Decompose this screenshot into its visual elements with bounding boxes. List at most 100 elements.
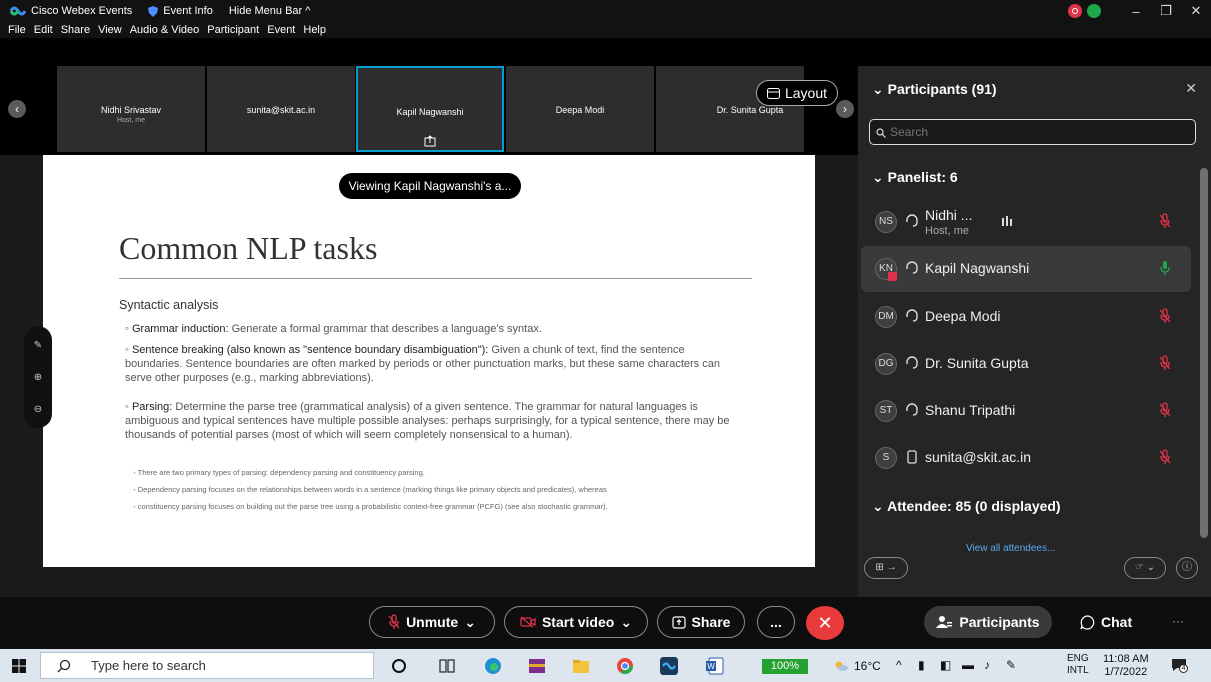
zoom-out-icon[interactable]: ⊖ (32, 404, 44, 415)
minimize-icon[interactable]: – (1121, 4, 1151, 19)
chevron-down-icon[interactable]: ⌄ (620, 614, 632, 631)
pen-icon[interactable]: ✎ (1006, 658, 1016, 672)
participant-row[interactable]: ST Shanu Tripathi (861, 388, 1191, 434)
menu-audio-video[interactable]: Audio & Video (130, 24, 200, 36)
participant-row[interactable]: S sunita@skit.ac.in (861, 435, 1191, 481)
language-indicator[interactable]: ENG INTL (1067, 653, 1089, 677)
taskbar-search-box[interactable]: Type here to search (40, 652, 374, 679)
more-panels-icon[interactable]: ··· (1172, 614, 1184, 628)
hide-menu-bar-button[interactable]: Hide Menu Bar ^ (229, 5, 311, 17)
admit-attendee-button[interactable]: ⊞ → (864, 557, 908, 579)
video-tile[interactable]: sunita@skit.ac.in (207, 66, 355, 152)
participant-name: Dr. Sunita Gupta (925, 355, 1029, 371)
temperature-label[interactable]: 16°C (854, 659, 881, 673)
headset-icon (906, 356, 918, 369)
panel-scrollbar[interactable] (1197, 150, 1211, 550)
title-bar: Cisco Webex Events Event Info Hide Menu … (0, 0, 1211, 22)
attendee-group-header[interactable]: ⌄ Attendee: 85 (0 displayed) (872, 498, 1061, 515)
participant-search-input[interactable] (869, 119, 1196, 145)
annotate-icon[interactable]: ✎ (32, 340, 44, 351)
raise-hand-button[interactable]: ☞ ⌄ (1124, 557, 1166, 579)
headset-icon (906, 309, 918, 322)
menu-help[interactable]: Help (303, 24, 326, 36)
word-icon[interactable]: W (706, 657, 724, 675)
taskbar-clock[interactable]: 11:08 AM 1/7/2022 (1103, 653, 1149, 679)
volume-icon[interactable]: ♪ (984, 658, 990, 672)
filmstrip-prev-icon[interactable]: ‹ (8, 100, 26, 118)
layout-label: Layout (784, 85, 828, 101)
mic-muted-icon[interactable] (1159, 355, 1171, 371)
view-all-attendees-link[interactable]: View all attendees... (966, 543, 1055, 554)
mic-muted-icon[interactable] (1159, 308, 1171, 324)
sharing-icon (424, 135, 436, 147)
chevron-down-icon[interactable]: ⌄ (464, 614, 476, 631)
mic-muted-icon[interactable] (1159, 213, 1171, 229)
close-window-icon[interactable]: ✕ (1181, 3, 1211, 19)
winrar-icon[interactable] (528, 657, 546, 675)
start-video-button[interactable]: Start video ⌄ (504, 606, 648, 638)
network-health-icon[interactable] (1087, 4, 1101, 18)
video-tile-active[interactable]: Kapil Nagwanshi (356, 66, 504, 152)
layout-button[interactable]: Layout (756, 80, 838, 106)
viewing-share-pill[interactable]: Viewing Kapil Nagwanshi's a... (339, 173, 521, 199)
event-info-button[interactable]: Event Info (148, 5, 213, 17)
search-icon (57, 659, 71, 673)
slide-title: Common NLP tasks (119, 230, 378, 266)
end-meeting-button[interactable]: ✕ (806, 606, 844, 640)
share-button[interactable]: Share (657, 606, 745, 638)
unmute-button[interactable]: Unmute ⌄ (369, 606, 495, 638)
menu-view[interactable]: View (98, 24, 122, 36)
headset-icon (906, 403, 918, 416)
bullet-text: Determine the parse tree (grammatical an… (125, 401, 730, 441)
video-tile[interactable]: Deepa Modi (506, 66, 654, 152)
chrome-icon[interactable] (616, 657, 634, 675)
notifications-icon[interactable]: 4 (1171, 657, 1188, 673)
file-explorer-icon[interactable] (572, 657, 590, 675)
layout-icon (766, 87, 780, 99)
avatar: NS (875, 211, 897, 233)
restore-icon[interactable]: ❐ (1151, 3, 1181, 19)
avatar: DM (875, 306, 897, 328)
menu-participant[interactable]: Participant (207, 24, 259, 36)
participant-row[interactable]: DG Dr. Sunita Gupta (861, 341, 1191, 387)
info-icon[interactable]: ⓘ (1176, 557, 1198, 579)
participant-row[interactable]: DM Deepa Modi (861, 294, 1191, 340)
chat-toggle-button[interactable]: Chat (1080, 614, 1132, 630)
app-title: Cisco Webex Events (10, 5, 132, 17)
recording-icon[interactable] (1068, 4, 1082, 18)
panelist-group-header[interactable]: ⌄ Panelist: 6 (872, 169, 958, 186)
menu-file[interactable]: File (8, 24, 26, 36)
battery-indicator[interactable]: 100% (762, 659, 808, 674)
mic-on-icon[interactable] (1159, 260, 1171, 276)
more-options-button[interactable]: ... (757, 606, 795, 638)
windows-start-icon[interactable] (12, 659, 26, 673)
participant-row-selected[interactable]: KN Kapil Nagwanshi (861, 246, 1191, 292)
tile-name: sunita@skit.ac.in (246, 105, 316, 115)
slide-subbullet: ◦ There are two primary types of parsing… (133, 468, 425, 477)
cortana-icon[interactable] (390, 657, 408, 675)
zoom-in-icon[interactable]: ⊕ (32, 372, 44, 383)
weather-icon[interactable] (834, 660, 848, 672)
participants-toggle-button[interactable]: Participants (924, 606, 1052, 638)
menu-event[interactable]: Event (267, 24, 295, 36)
app-name: Cisco Webex Events (31, 5, 133, 17)
menu-share[interactable]: Share (61, 24, 90, 36)
mic-muted-icon[interactable] (1159, 449, 1171, 465)
mic-muted-icon[interactable] (1159, 402, 1171, 418)
participant-row[interactable]: NS Nidhi ... Host, me (861, 199, 1191, 245)
webex-logo-icon (10, 6, 26, 16)
task-view-icon[interactable] (438, 657, 456, 675)
system-tray-chevron-icon[interactable]: ^ (896, 658, 902, 672)
close-panel-icon[interactable]: ✕ (1185, 80, 1197, 97)
slide-divider (119, 278, 752, 279)
edge-browser-icon[interactable] (484, 657, 502, 675)
filmstrip-next-icon[interactable]: › (836, 100, 854, 118)
battery-tray-icon[interactable]: ▬ (962, 658, 974, 672)
mic-tray-icon[interactable]: ▮ (918, 658, 925, 672)
webex-taskbar-icon[interactable] (660, 657, 678, 675)
webex-tray-icon[interactable]: ◧ (940, 658, 951, 672)
menu-edit[interactable]: Edit (34, 24, 53, 36)
participants-header[interactable]: ⌄ Participants (91) (872, 81, 997, 98)
video-tile[interactable]: Dr. Sunita Gupta (656, 66, 804, 152)
video-tile[interactable]: Nidhi Srivastav Host, me (57, 66, 205, 152)
